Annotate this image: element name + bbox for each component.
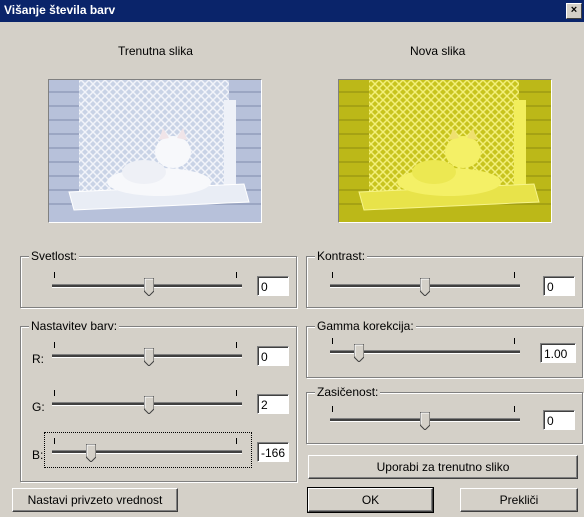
title-bar: Višanje števila barv ×: [0, 0, 584, 22]
slider-track: [52, 450, 242, 454]
brightness-value-input[interactable]: 0: [257, 276, 289, 296]
slider-tick: [236, 438, 237, 444]
apply-current-button[interactable]: Uporabi za trenutno sliko: [308, 455, 578, 479]
contrast-label: Kontrast:: [315, 249, 368, 263]
slider-tick: [514, 338, 515, 344]
blue-slider[interactable]: [52, 438, 242, 464]
saturation-slider[interactable]: [330, 406, 520, 432]
gamma-slider[interactable]: [330, 338, 520, 364]
slider-tick: [54, 342, 55, 348]
slider-thumb[interactable]: [86, 444, 96, 462]
reset-defaults-button[interactable]: Nastavi privzeto vrednost: [12, 488, 178, 512]
slider-thumb[interactable]: [420, 412, 430, 430]
blue-value-input[interactable]: -166: [257, 442, 289, 462]
slider-tick: [236, 390, 237, 396]
close-button[interactable]: ×: [566, 3, 582, 19]
brightness-slider[interactable]: [52, 272, 242, 298]
current-image-label: Trenutna slika: [118, 44, 193, 58]
current-image-preview: [48, 79, 262, 223]
g-label: G:: [32, 400, 45, 414]
new-image-label: Nova slika: [410, 44, 466, 58]
green-value-input[interactable]: 2: [257, 394, 289, 414]
contrast-slider[interactable]: [330, 272, 520, 298]
slider-thumb[interactable]: [144, 348, 154, 366]
slider-tick: [54, 438, 55, 444]
b-label: B:: [32, 448, 44, 462]
brightness-label: Svetlost:: [29, 249, 80, 263]
color-adjust-label: Nastavitev barv:: [29, 319, 120, 333]
red-slider[interactable]: [52, 342, 242, 368]
ok-button[interactable]: OK: [307, 487, 434, 513]
gamma-value-input[interactable]: 1.00: [540, 343, 576, 363]
slider-tick: [332, 338, 333, 344]
slider-tick: [54, 390, 55, 396]
saturation-label: Zasičenost:: [315, 385, 381, 399]
r-label: R:: [32, 352, 44, 366]
window-title: Višanje števila barv: [4, 3, 116, 17]
slider-tick: [236, 272, 237, 278]
contrast-value-input[interactable]: 0: [543, 276, 575, 296]
slider-thumb[interactable]: [144, 396, 154, 414]
saturation-value-input[interactable]: 0: [543, 410, 575, 430]
slider-tick: [236, 342, 237, 348]
red-value-input[interactable]: 0: [257, 346, 289, 366]
slider-tick: [332, 406, 333, 412]
slider-tick: [332, 272, 333, 278]
new-image-preview: [338, 79, 552, 223]
slider-tick: [54, 272, 55, 278]
cancel-button[interactable]: Prekliči: [460, 488, 578, 512]
green-slider[interactable]: [52, 390, 242, 416]
slider-tick: [514, 272, 515, 278]
slider-tick: [514, 406, 515, 412]
slider-thumb[interactable]: [420, 278, 430, 296]
slider-thumb[interactable]: [354, 344, 364, 362]
gamma-label: Gamma korekcija:: [315, 319, 416, 333]
slider-thumb[interactable]: [144, 278, 154, 296]
